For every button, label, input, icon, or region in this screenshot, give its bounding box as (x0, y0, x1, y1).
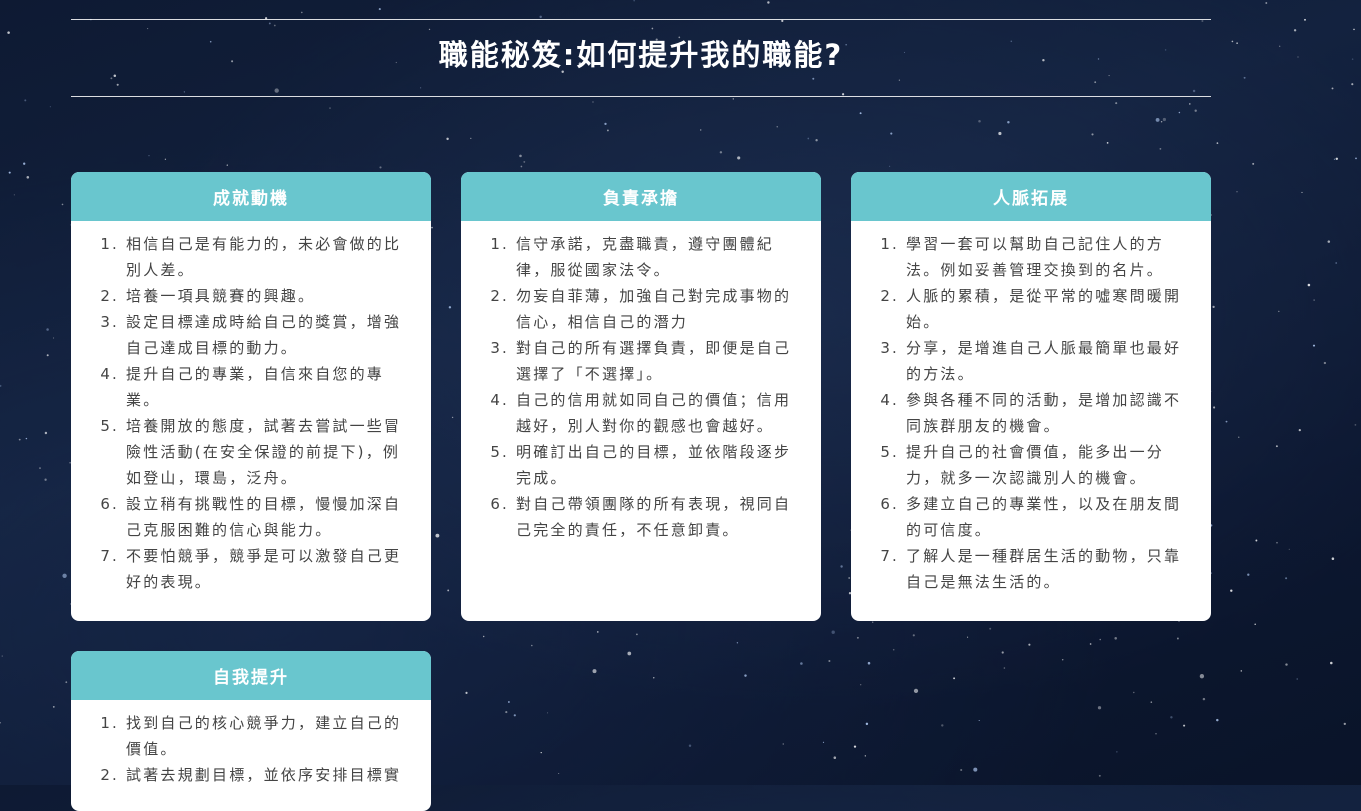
card-list: 學習一套可以幫助自己記住人的方法。例如妥善管理交換到的名片。 人脈的累積，是從平… (851, 221, 1211, 613)
list-item: 提升自己的專業，自信來自您的專業。 (126, 361, 413, 413)
list-item: 學習一套可以幫助自己記住人的方法。例如妥善管理交換到的名片。 (906, 231, 1193, 283)
list-item: 培養一項具競賽的興趣。 (126, 283, 413, 309)
list-item: 多建立自己的專業性，以及在朋友間的可信度。 (906, 491, 1193, 543)
list-item: 試著去規劃目標，並依序安排目標實 (126, 762, 413, 788)
card-title: 自我提升 (213, 668, 289, 688)
list-item: 相信自己是有能力的，未必會做的比別人差。 (126, 231, 413, 283)
card-networking: 人脈拓展 學習一套可以幫助自己記住人的方法。例如妥善管理交換到的名片。 人脈的累… (851, 172, 1211, 621)
card-list: 找到自己的核心競爭力，建立自己的價值。 試著去規劃目標，並依序安排目標實 (71, 700, 431, 806)
card-list: 相信自己是有能力的，未必會做的比別人差。 培養一項具競賽的興趣。 設定目標達成時… (71, 221, 431, 613)
card-list: 信守承諾，克盡職責，遵守團體紀律，服從國家法令。 勿妄自菲薄，加強自己對完成事物… (461, 221, 821, 561)
card-title: 負責承擔 (603, 189, 679, 209)
list-item: 設立稍有挑戰性的目標，慢慢加深自己克服困難的信心與能力。 (126, 491, 413, 543)
card-responsibility: 負責承擔 信守承諾，克盡職責，遵守團體紀律，服從國家法令。 勿妄自菲薄，加強自己… (461, 172, 821, 621)
page: 職能秘笈:如何提升我的職能? 成就動機 相信自己是有能力的，未必會做的比別人差。… (0, 0, 1361, 811)
list-item: 了解人是一種群居生活的動物，只靠自己是無法生活的。 (906, 543, 1193, 595)
card-header: 自我提升 (71, 651, 431, 700)
list-item: 找到自己的核心競爭力，建立自己的價值。 (126, 710, 413, 762)
card-title: 成就動機 (213, 189, 289, 209)
list-item: 勿妄自菲薄，加強自己對完成事物的信心，相信自己的潛力 (516, 283, 803, 335)
card-header: 成就動機 (71, 172, 431, 221)
page-title: 職能秘笈:如何提升我的職能? (438, 38, 844, 72)
card-title: 人脈拓展 (993, 189, 1069, 209)
list-item: 參與各種不同的活動，是增加認識不同族群朋友的機會。 (906, 387, 1193, 439)
list-item: 自己的信用就如同自己的價值；信用越好，別人對你的觀感也會越好。 (516, 387, 803, 439)
card-achievement-motivation: 成就動機 相信自己是有能力的，未必會做的比別人差。 培養一項具競賽的興趣。 設定… (71, 172, 431, 621)
list-item: 提升自己的社會價值，能多出一分力，就多一次認識別人的機會。 (906, 439, 1193, 491)
title-divider-top (71, 19, 1211, 20)
card-header: 負責承擔 (461, 172, 821, 221)
list-item: 培養開放的態度，試著去嘗試一些冒險性活動(在安全保證的前提下)，例如登山，環島，… (126, 413, 413, 491)
title-divider-bottom (71, 96, 1211, 97)
list-item: 對自己帶領團隊的所有表現，視同自己完全的責任，不任意卸責。 (516, 491, 803, 543)
card-header: 人脈拓展 (851, 172, 1211, 221)
list-item: 明確訂出自己的目標，並依階段逐步完成。 (516, 439, 803, 491)
list-item: 分享，是增進自己人脈最簡單也最好的方法。 (906, 335, 1193, 387)
list-item: 對自己的所有選擇負責，即便是自己選擇了「不選擇」。 (516, 335, 803, 387)
list-item: 設定目標達成時給自己的獎賞，增強自己達成目標的動力。 (126, 309, 413, 361)
list-item: 不要怕競爭，競爭是可以激發自己更好的表現。 (126, 543, 413, 595)
list-item: 信守承諾，克盡職責，遵守團體紀律，服從國家法令。 (516, 231, 803, 283)
card-self-improvement: 自我提升 找到自己的核心競爭力，建立自己的價值。 試著去規劃目標，並依序安排目標… (71, 651, 431, 811)
list-item: 人脈的累積，是從平常的噓寒問暖開始。 (906, 283, 1193, 335)
